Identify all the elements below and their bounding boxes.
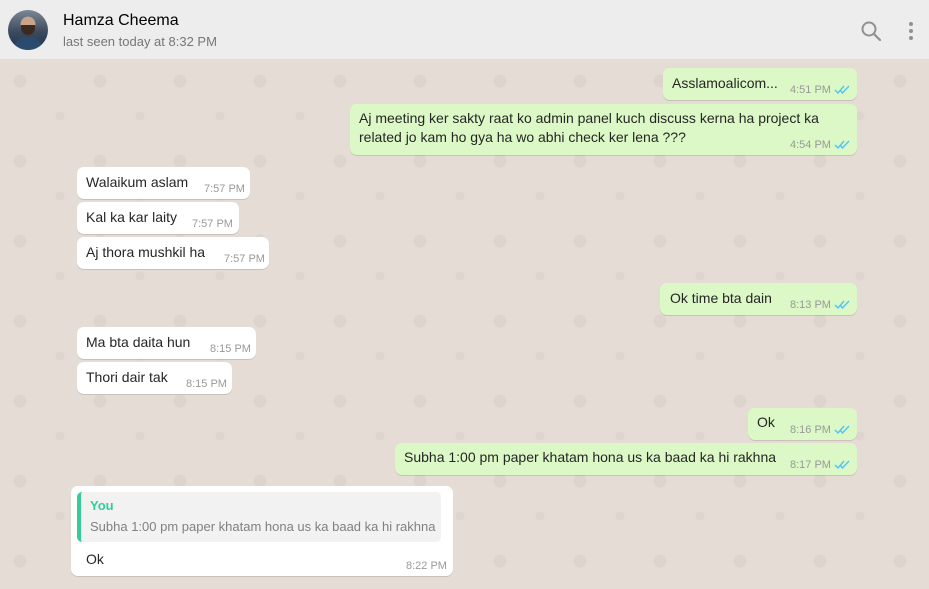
message-list[interactable]: Asslamoalicom... 4:51 PM Aj meeting ker … <box>0 61 929 589</box>
avatar-shirt <box>14 37 42 50</box>
contact-name[interactable]: Hamza Cheema <box>63 12 179 30</box>
message-text-line: Aj meeting ker sakty raat ko admin panel… <box>359 110 819 126</box>
message-time: 8:17 PM <box>790 459 831 471</box>
double-check-icon <box>834 425 850 435</box>
message-bubble-incoming[interactable]: Walaikum aslam 7:57 PM <box>77 167 250 199</box>
message-time: 4:51 PM <box>790 84 831 96</box>
message-text: Ok time bta dain <box>670 290 772 306</box>
message-text-line: related jo kam ho gya ha wo abhi check k… <box>359 129 686 145</box>
message-text: Ok <box>86 551 104 567</box>
message-time: 8:15 PM <box>210 343 251 355</box>
quoted-message[interactable]: You Subha 1:00 pm paper khatam hona us k… <box>77 492 441 542</box>
double-check-icon <box>834 460 850 470</box>
message-text: Ok <box>757 414 775 430</box>
message-text: Kal ka kar laity <box>86 209 178 225</box>
double-check-icon <box>834 140 850 150</box>
message-bubble-incoming[interactable]: Aj thora mushkil ha 7:57 PM <box>77 237 269 269</box>
message-time: 7:57 PM <box>204 183 245 195</box>
message-bubble-outgoing[interactable]: Aj meeting ker sakty raat ko admin panel… <box>350 104 857 155</box>
double-check-icon <box>834 300 850 310</box>
message-text: Subha 1:00 pm paper khatam hona us ka ba… <box>404 449 777 465</box>
message-bubble-incoming-reply[interactable]: You Subha 1:00 pm paper khatam hona us k… <box>71 486 453 576</box>
message-time: 8:13 PM <box>790 299 831 311</box>
chat-header: Hamza Cheema last seen today at 8:32 PM <box>0 0 929 60</box>
message-text: Ma bta daita hun <box>86 334 191 350</box>
message-time: 7:57 PM <box>192 218 233 230</box>
double-check-icon <box>834 85 850 95</box>
message-time: 4:54 PM <box>790 139 831 151</box>
message-text: Walaikum aslam <box>86 174 189 190</box>
message-bubble-incoming[interactable]: Kal ka kar laity 7:57 PM <box>77 202 239 234</box>
last-seen-status: last seen today at 8:32 PM <box>63 34 217 49</box>
message-time: 8:22 PM <box>406 560 447 572</box>
message-text: Aj thora mushkil ha <box>86 244 206 260</box>
search-icon[interactable] <box>860 20 882 42</box>
message-bubble-outgoing[interactable]: Asslamoalicom... 4:51 PM <box>663 68 857 100</box>
message-bubble-outgoing[interactable]: Ok time bta dain 8:13 PM <box>660 283 857 315</box>
avatar-beard <box>21 25 35 35</box>
message-text: Asslamoalicom... <box>672 75 778 91</box>
message-time: 8:15 PM <box>186 378 227 390</box>
message-bubble-outgoing[interactable]: Ok 8:16 PM <box>748 408 857 440</box>
message-bubble-outgoing[interactable]: Subha 1:00 pm paper khatam hona us ka ba… <box>395 443 857 475</box>
menu-dots-icon[interactable] <box>903 20 919 42</box>
message-text: Thori dair tak <box>86 369 168 385</box>
avatar[interactable] <box>8 10 48 50</box>
message-time: 8:16 PM <box>790 424 831 436</box>
quoted-author: You <box>90 498 114 513</box>
message-bubble-incoming[interactable]: Thori dair tak 8:15 PM <box>77 362 232 394</box>
quoted-text: Subha 1:00 pm paper khatam hona us ka ba… <box>90 519 436 534</box>
message-bubble-incoming[interactable]: Ma bta daita hun 8:15 PM <box>77 327 256 359</box>
message-time: 7:57 PM <box>224 253 265 265</box>
